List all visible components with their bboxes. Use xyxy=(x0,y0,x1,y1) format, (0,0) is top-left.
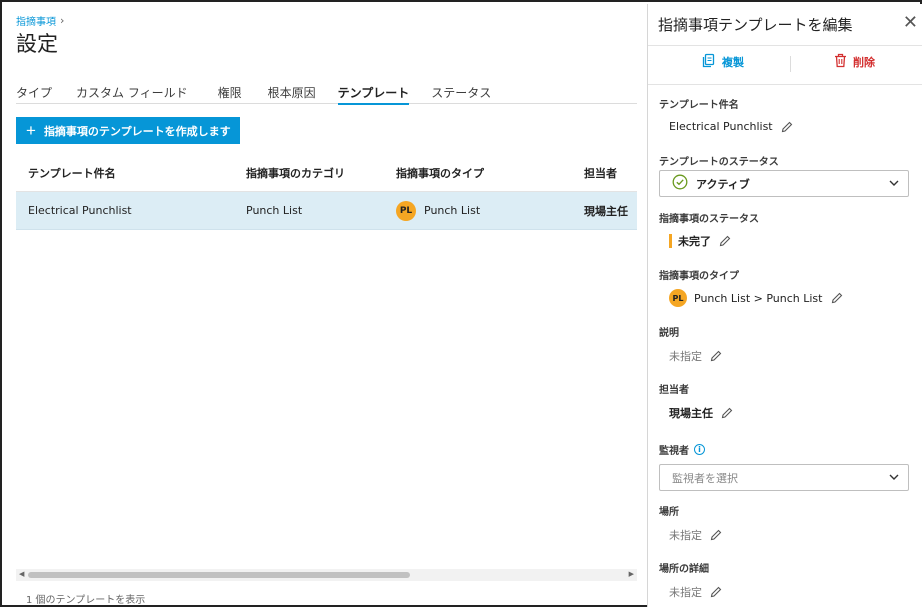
type-badge: PL xyxy=(669,289,687,307)
delete-label: 削除 xyxy=(853,56,875,69)
issue-type-value: Punch List > Punch List xyxy=(694,291,823,305)
duplicate-button[interactable]: 複製 xyxy=(702,53,744,71)
table-header: テンプレート件名 指摘事項のカテゴリ 指摘事項のタイプ 担当者 xyxy=(16,154,637,192)
copy-icon xyxy=(702,53,716,71)
tab-templates[interactable]: テンプレート xyxy=(337,83,409,105)
table-row[interactable]: Electrical Punchlist Punch List PL Punch… xyxy=(16,192,637,230)
info-icon[interactable]: i xyxy=(694,444,705,455)
watchers-label: 監視者 xyxy=(659,446,689,457)
assignee-value: 現場主任 xyxy=(669,407,713,420)
pencil-icon[interactable] xyxy=(710,529,722,541)
pencil-icon[interactable] xyxy=(710,586,722,598)
location-details-label: 場所の詳細 xyxy=(659,564,709,575)
scrollbar-thumb[interactable] xyxy=(28,572,410,578)
watchers-placeholder: 監視者を選択 xyxy=(672,471,738,485)
close-icon[interactable]: ✕ xyxy=(903,12,918,33)
status-color-bar xyxy=(669,234,672,248)
panel-header-divider xyxy=(648,45,922,46)
breadcrumb-link-issues[interactable]: 指摘事項 xyxy=(16,13,56,28)
scroll-right-icon[interactable]: ▶ xyxy=(629,570,634,578)
assignee-label: 担当者 xyxy=(659,385,689,396)
issue-type-field: PL Punch List > Punch List xyxy=(669,289,843,307)
panel-title: 指摘事項テンプレートを編集 xyxy=(658,16,853,34)
check-circle-icon xyxy=(672,174,688,193)
actions-divider xyxy=(648,84,922,85)
template-status-value: アクティブ xyxy=(696,177,750,191)
cell-template-name: Electrical Punchlist xyxy=(28,204,132,217)
template-name-label: テンプレート件名 xyxy=(659,100,739,111)
breadcrumb: 指摘事項 › xyxy=(16,13,64,28)
tab-root-causes[interactable]: 根本原因 xyxy=(268,83,316,104)
template-status-dropdown[interactable]: アクティブ xyxy=(659,170,909,197)
watchers-select[interactable]: 監視者を選択 xyxy=(659,464,909,491)
tab-custom-fields[interactable]: カスタム フィールド xyxy=(76,83,188,104)
issue-status-value: 未完了 xyxy=(678,235,711,248)
cell-type-label: Punch List xyxy=(424,204,481,217)
pencil-icon[interactable] xyxy=(719,235,731,247)
scroll-left-icon[interactable]: ◀ xyxy=(19,570,24,578)
template-status-label: テンプレートのステータス xyxy=(659,157,779,168)
location-details-field: 未指定 xyxy=(669,584,722,600)
settings-main: 指摘事項 › 設定 タイプ カスタム フィールド 権限 根本原因 テンプレート … xyxy=(4,4,647,607)
panel-actions: 複製 削除 xyxy=(648,53,922,75)
trash-icon xyxy=(834,53,847,71)
plus-icon: + xyxy=(26,121,36,140)
actions-separator xyxy=(790,56,791,72)
chevron-right-icon: › xyxy=(60,14,65,27)
cell-category: Punch List xyxy=(246,204,303,217)
issue-type-label: 指摘事項のタイプ xyxy=(659,271,739,282)
pencil-icon[interactable] xyxy=(831,292,843,304)
tab-statuses[interactable]: ステータス xyxy=(431,83,491,104)
location-details-value: 未指定 xyxy=(669,586,702,599)
pencil-icon[interactable] xyxy=(781,121,793,133)
delete-button[interactable]: 削除 xyxy=(834,53,875,71)
description-value: 未指定 xyxy=(669,350,702,363)
location-field: 未指定 xyxy=(669,527,722,543)
chevron-down-icon xyxy=(888,177,900,192)
tab-permissions[interactable]: 権限 xyxy=(218,83,242,104)
description-field: 未指定 xyxy=(669,348,722,364)
edit-template-panel: 指摘事項テンプレートを編集 ✕ 複製 削除 テンプレート件名 Electrica… xyxy=(648,4,922,607)
create-template-label: 指摘事項のテンプレートを作成します xyxy=(43,125,231,138)
assignee-field: 現場主任 xyxy=(669,405,733,421)
templates-table: テンプレート件名 指摘事項のカテゴリ 指摘事項のタイプ 担当者 Electric… xyxy=(16,154,637,230)
app-window: 指摘事項 › 設定 タイプ カスタム フィールド 権限 根本原因 テンプレート … xyxy=(0,0,922,607)
template-name-field: Electrical Punchlist xyxy=(669,120,793,133)
settings-tabs: タイプ カスタム フィールド 権限 根本原因 テンプレート ステータス xyxy=(16,83,637,105)
template-name-value: Electrical Punchlist xyxy=(669,120,773,133)
watchers-label-row: 監視者 i xyxy=(659,442,705,457)
column-header-assignee[interactable]: 担当者 xyxy=(584,165,637,181)
page-title: 設定 xyxy=(16,32,58,56)
issue-status-field: 未完了 xyxy=(669,233,731,249)
description-label: 説明 xyxy=(659,328,679,339)
issue-status-label: 指摘事項のステータス xyxy=(659,214,759,225)
location-value: 未指定 xyxy=(669,529,702,542)
pencil-icon[interactable] xyxy=(721,407,733,419)
create-template-button[interactable]: + 指摘事項のテンプレートを作成します xyxy=(16,117,240,144)
cell-type: PL Punch List xyxy=(396,200,584,221)
column-header-template-name[interactable]: テンプレート件名 xyxy=(16,165,246,181)
pencil-icon[interactable] xyxy=(710,350,722,362)
type-badge: PL xyxy=(396,200,416,221)
location-label: 場所 xyxy=(659,507,679,518)
column-header-type[interactable]: 指摘事項のタイプ xyxy=(396,165,584,181)
chevron-down-icon xyxy=(888,471,900,486)
duplicate-label: 複製 xyxy=(722,56,744,69)
cell-assignee: 現場主任 xyxy=(584,204,628,218)
horizontal-scrollbar[interactable]: ◀ ▶ xyxy=(16,569,637,581)
column-header-category[interactable]: 指摘事項のカテゴリ xyxy=(246,165,396,181)
template-count: 1 個のテンプレートを表示 xyxy=(26,595,146,606)
tab-types[interactable]: タイプ xyxy=(16,83,52,104)
